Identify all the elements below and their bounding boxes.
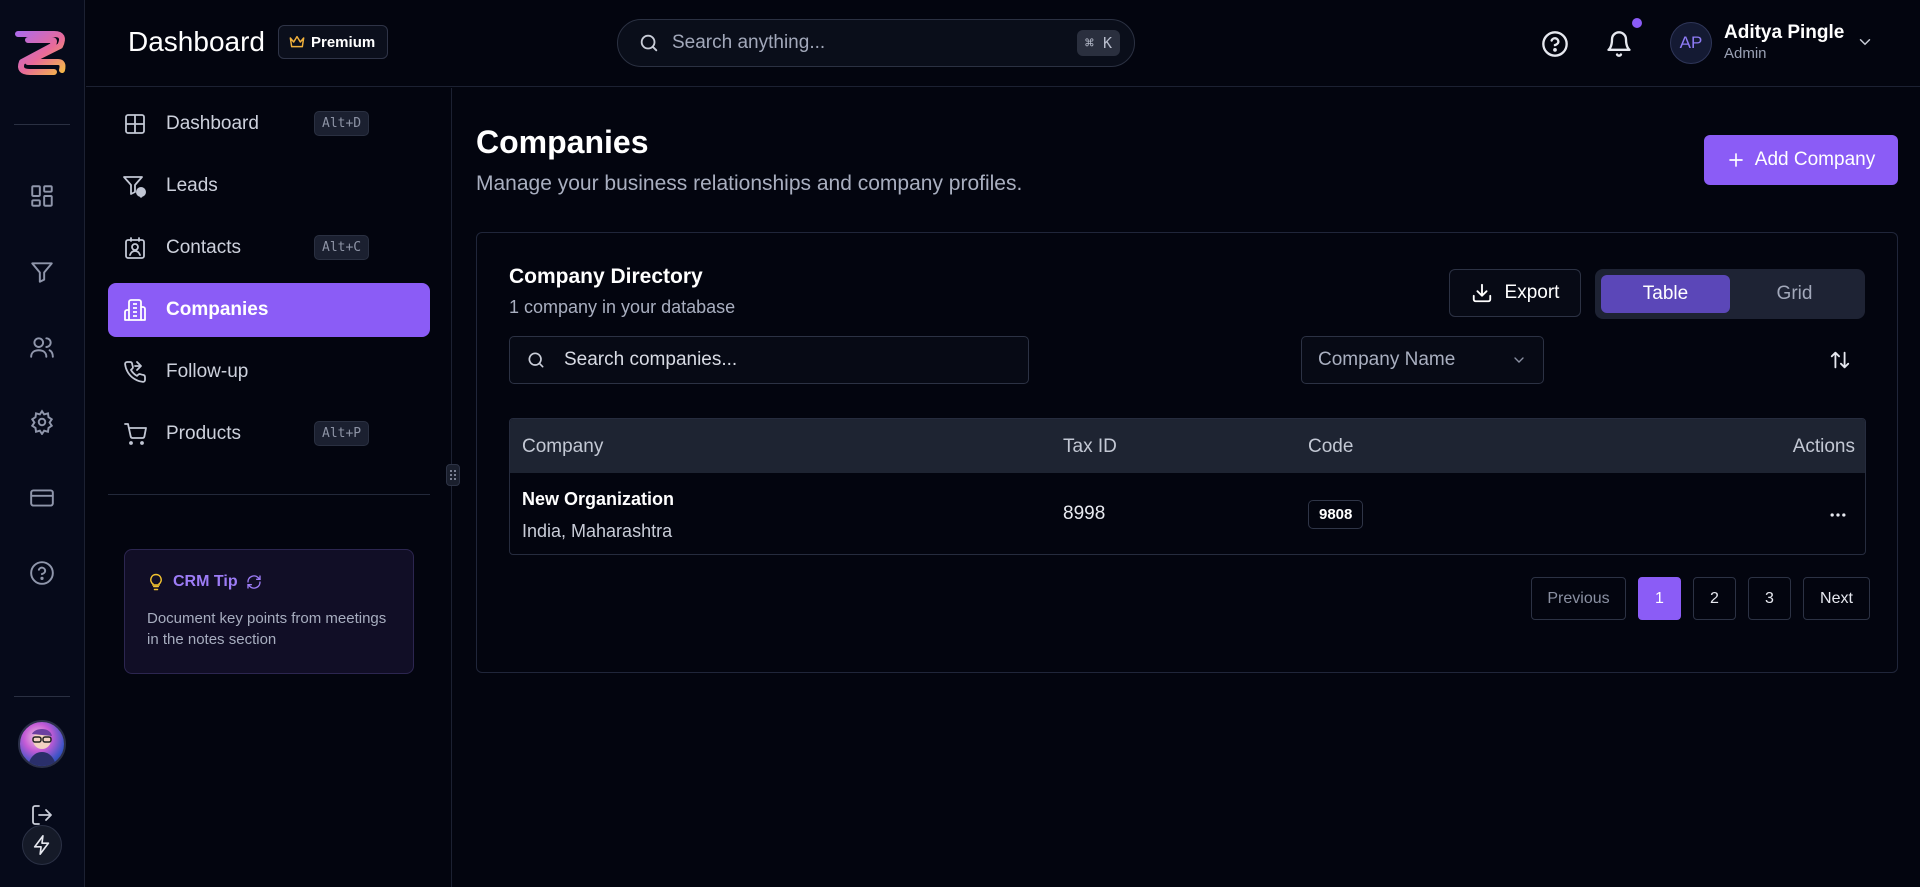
companies-table: Company Tax ID Code Actions New Organiza…	[509, 418, 1866, 555]
company-code-badge: 9808	[1308, 500, 1364, 529]
sort-direction-icon[interactable]	[1825, 345, 1855, 375]
sidebar-item-label: Dashboard	[166, 113, 259, 134]
bell-icon[interactable]	[1604, 29, 1634, 59]
gear-icon[interactable]	[27, 407, 57, 437]
next-page-button[interactable]: Next	[1803, 577, 1870, 620]
sort-selected-value: Company Name	[1318, 349, 1456, 370]
refresh-icon[interactable]	[246, 574, 262, 590]
column-header-code[interactable]: Code	[1308, 436, 1353, 458]
view-grid-tab[interactable]: Grid	[1730, 275, 1859, 313]
sidebar-nav: Dashboard Alt+D $ Leads Contacts Alt+C C…	[86, 88, 452, 887]
sidebar-item-label: Leads	[166, 175, 218, 196]
table-header: Company Tax ID Code Actions	[510, 419, 1865, 473]
sidebar-item-contacts[interactable]: Contacts Alt+C	[108, 221, 430, 275]
global-search-input[interactable]: Search anything... ⌘ K	[617, 19, 1135, 67]
download-icon	[1471, 282, 1493, 304]
search-icon	[526, 350, 546, 370]
help-circle-icon[interactable]	[27, 558, 57, 588]
tip-title: CRM Tip	[173, 573, 238, 590]
chevron-down-icon	[1511, 352, 1527, 368]
sidebar-item-label: Contacts	[166, 237, 241, 258]
sidebar-item-leads[interactable]: $ Leads	[108, 159, 430, 213]
export-button[interactable]: Export	[1449, 269, 1581, 317]
contact-card-icon	[122, 235, 148, 261]
page-button-3[interactable]: 3	[1748, 577, 1791, 620]
table-row[interactable]: New Organization India, Maharashtra 8998…	[510, 473, 1865, 554]
plus-icon	[1727, 151, 1745, 169]
bolt-icon[interactable]	[22, 825, 62, 865]
phone-forward-icon	[122, 359, 148, 385]
notification-dot	[1632, 18, 1642, 28]
shopping-cart-icon	[122, 421, 148, 447]
column-header-actions: Actions	[1792, 436, 1855, 457]
help-icon[interactable]	[1540, 29, 1570, 59]
filter-icon[interactable]	[27, 257, 57, 287]
page-button-1[interactable]: 1	[1638, 577, 1681, 620]
previous-page-button[interactable]: Previous	[1531, 577, 1626, 620]
premium-badge[interactable]: Premium	[278, 25, 389, 59]
shortcut-badge: Alt+D	[314, 111, 370, 136]
add-company-button[interactable]: Add Company	[1704, 135, 1898, 185]
sidebar-item-follow-up[interactable]: Follow-up	[108, 345, 430, 399]
sidebar-resize-handle[interactable]	[446, 464, 460, 486]
users-icon[interactable]	[27, 332, 57, 362]
credit-card-icon[interactable]	[27, 483, 57, 513]
company-name[interactable]: New Organization	[522, 489, 674, 510]
view-toggle: Table Grid	[1595, 269, 1865, 319]
chevron-down-icon[interactable]	[1856, 33, 1874, 51]
funnel-dollar-icon: $	[122, 173, 148, 199]
premium-label: Premium	[311, 33, 376, 51]
page-button-2[interactable]: 2	[1693, 577, 1736, 620]
profile-avatar[interactable]	[18, 720, 66, 768]
company-tax-id: 8998	[1063, 503, 1106, 524]
column-header-company[interactable]: Company	[522, 436, 603, 458]
building-icon	[122, 297, 148, 323]
pagination: Previous 1 2 3 Next	[1531, 577, 1870, 620]
search-icon	[638, 32, 660, 54]
company-location: India, Maharashtra	[522, 521, 673, 541]
layout-grid-icon	[122, 111, 148, 137]
user-name[interactable]: Aditya Pingle	[1724, 22, 1844, 44]
search-placeholder: Search anything...	[672, 32, 826, 53]
tip-body: Document key points from meetings in the…	[147, 610, 387, 648]
sidebar-item-companies[interactable]: Companies	[108, 283, 430, 337]
view-table-tab[interactable]: Table	[1601, 275, 1730, 313]
more-horizontal-icon[interactable]	[1824, 501, 1852, 529]
user-role: Admin	[1724, 45, 1767, 62]
lightbulb-icon	[147, 572, 165, 592]
sort-by-select[interactable]: Company Name	[1301, 336, 1544, 384]
column-header-tax-id[interactable]: Tax ID	[1063, 436, 1117, 458]
rail-divider	[14, 696, 70, 697]
search-shortcut: ⌘ K	[1076, 30, 1120, 56]
export-label: Export	[1504, 282, 1560, 303]
sidebar-item-products[interactable]: Products Alt+P	[108, 407, 430, 461]
card-title: Company Directory	[509, 265, 703, 288]
company-search-input[interactable]: Search companies...	[509, 336, 1029, 384]
dashboard-grid-icon[interactable]	[27, 181, 57, 211]
sidebar-item-label: Products	[166, 423, 241, 444]
user-avatar[interactable]: AP	[1670, 22, 1712, 64]
icon-rail	[0, 0, 85, 887]
sidebar-item-label: Companies	[166, 299, 269, 320]
company-search-placeholder: Search companies...	[564, 349, 738, 370]
page-title: Companies	[476, 124, 649, 160]
add-company-label: Add Company	[1754, 149, 1876, 170]
svg-text:$: $	[138, 189, 144, 198]
rail-divider	[14, 124, 70, 125]
shortcut-badge: Alt+C	[314, 235, 370, 260]
header-title: Dashboard	[128, 26, 265, 57]
sidebar-divider	[108, 494, 430, 495]
crown-icon	[289, 35, 305, 49]
crm-tip-card: CRM Tip Document key points from meeting…	[124, 549, 414, 674]
page-subtitle: Manage your business relationships and c…	[476, 172, 1023, 195]
sidebar-item-label: Follow-up	[166, 361, 249, 382]
app-logo[interactable]	[14, 26, 72, 78]
sidebar-item-dashboard[interactable]: Dashboard Alt+D	[108, 97, 430, 151]
card-subtitle: 1 company in your database	[509, 297, 736, 317]
shortcut-badge: Alt+P	[314, 421, 370, 446]
company-directory-card: Company Directory 1 company in your data…	[476, 232, 1898, 673]
